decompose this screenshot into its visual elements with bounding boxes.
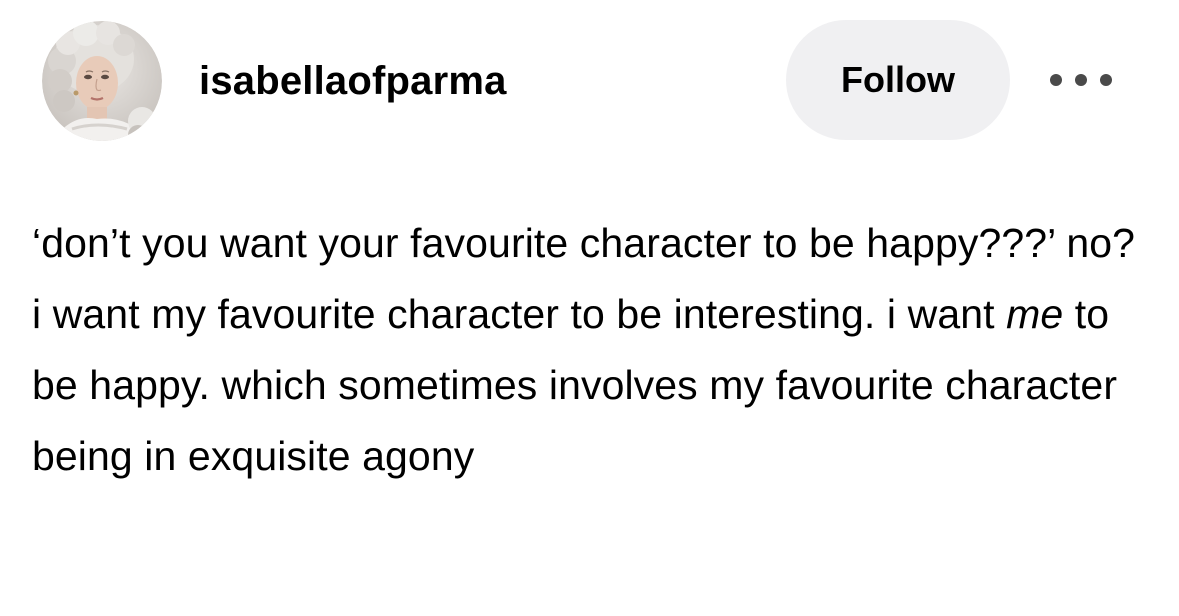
post-text-emphasis: me (1006, 291, 1064, 337)
post-text-part-1: ‘don’t you want your favourite character… (32, 220, 1136, 337)
post-card: isabellaofparma Follow ‘don’t you want y… (0, 0, 1179, 616)
username-link[interactable]: isabellaofparma (199, 55, 507, 107)
user-avatar[interactable] (42, 21, 162, 141)
avatar-portrait-icon (42, 21, 162, 141)
more-options-icon (1050, 74, 1112, 86)
follow-button[interactable]: Follow (786, 20, 1010, 140)
post-text: ‘don’t you want your favourite character… (32, 208, 1152, 492)
post-header: isabellaofparma Follow (0, 0, 1179, 170)
more-options-button[interactable] (1048, 68, 1114, 92)
